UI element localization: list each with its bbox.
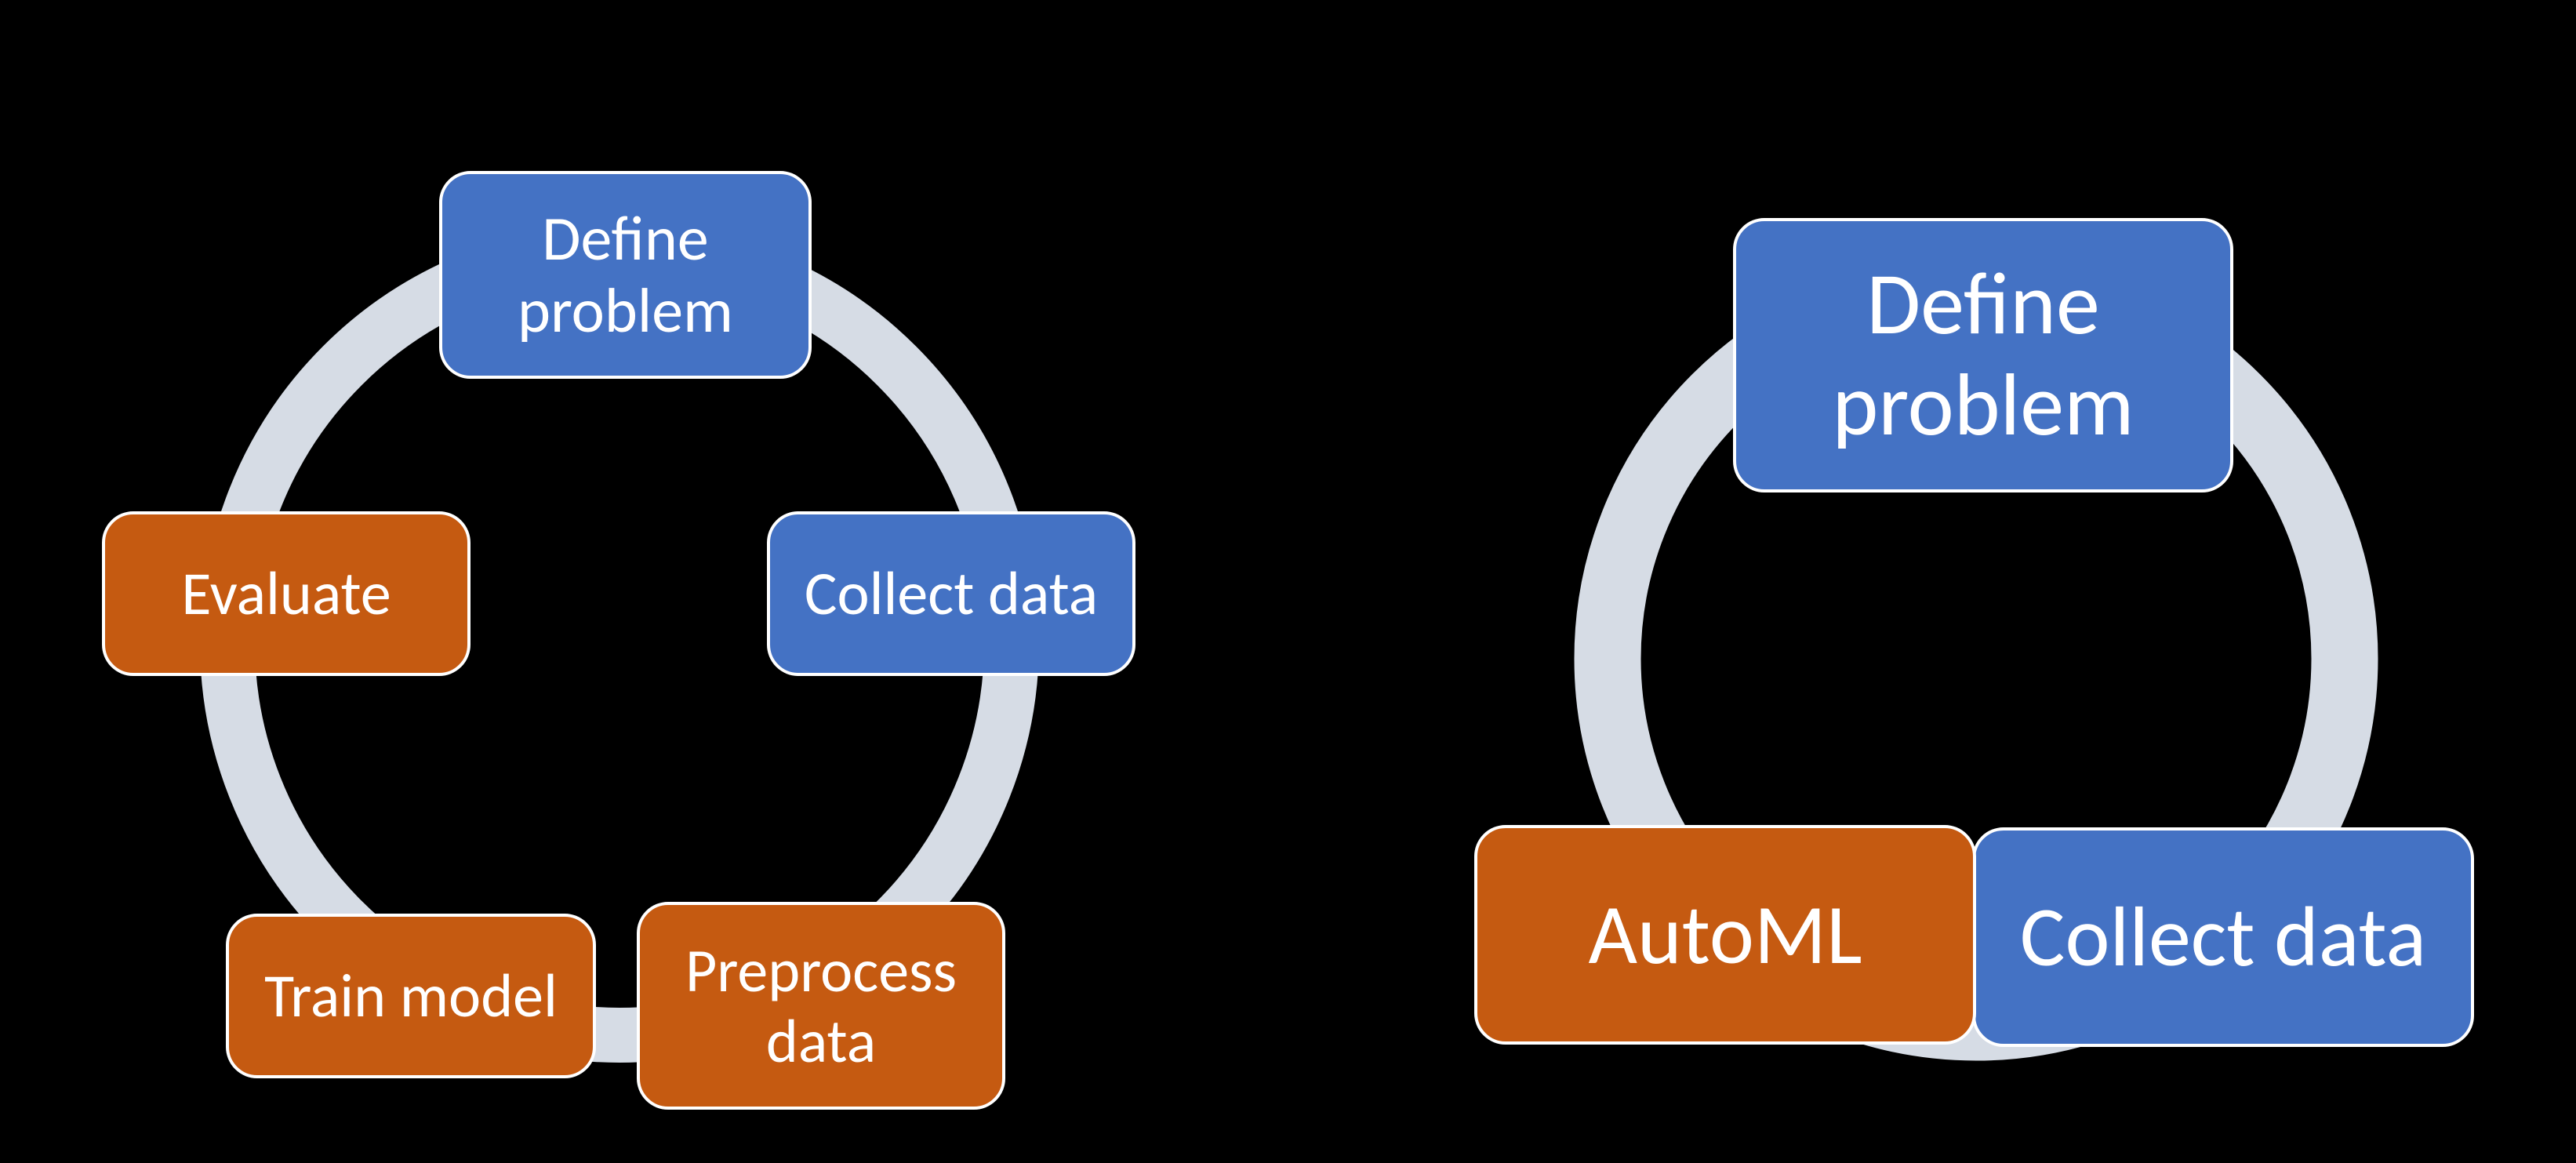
diagram-stage: Defineproblem Collect data Preprocessdat… <box>0 0 2576 1163</box>
right-node-collect-data: Collect data <box>1972 827 2474 1047</box>
left-node-preprocess-data: Preprocessdata <box>637 902 1005 1110</box>
node-label: Defineproblem <box>518 203 733 347</box>
left-node-collect-data: Collect data <box>767 511 1135 676</box>
node-label: Evaluate <box>181 558 391 629</box>
left-node-define-problem: Defineproblem <box>439 171 812 379</box>
node-label: Train model <box>264 961 558 1031</box>
left-node-evaluate: Evaluate <box>102 511 471 676</box>
right-node-define-problem: Defineproblem <box>1733 218 2233 492</box>
node-label: Collect data <box>2020 889 2426 986</box>
node-label: Collect data <box>805 558 1098 629</box>
node-label: AutoML <box>1588 886 1862 983</box>
right-node-automl: AutoML <box>1474 825 1976 1045</box>
node-label: Defineproblem <box>1833 254 2135 456</box>
left-node-train-model: Train model <box>226 914 596 1078</box>
node-label: Preprocessdata <box>685 936 957 1076</box>
